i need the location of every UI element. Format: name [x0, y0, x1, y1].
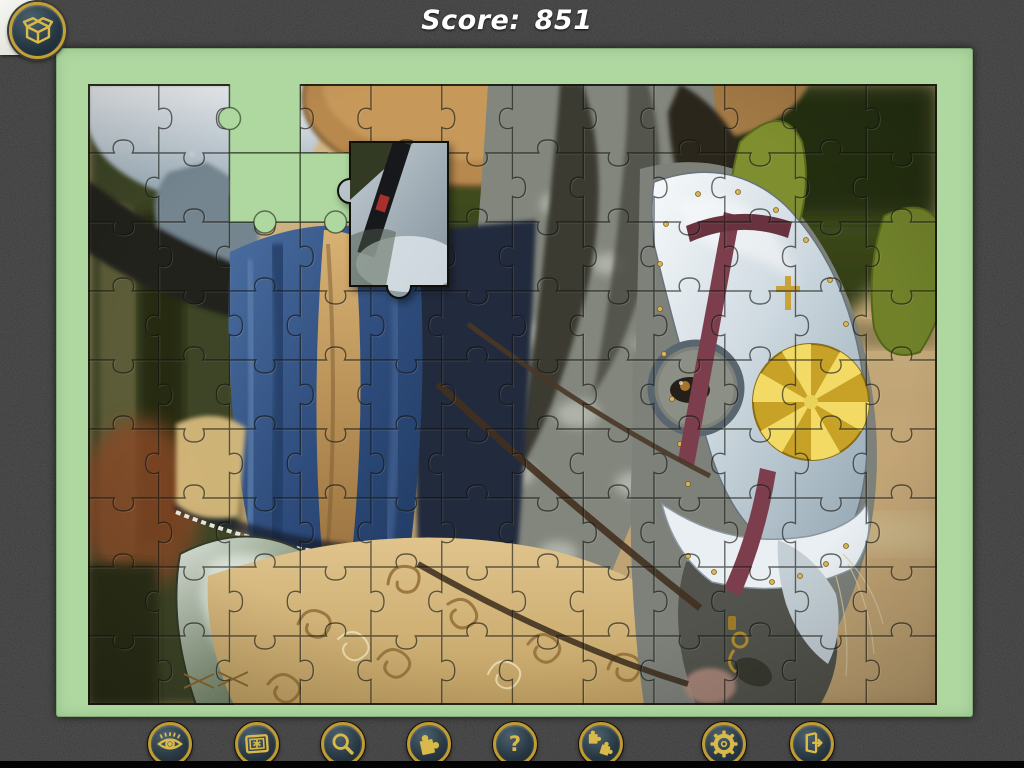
hint-button[interactable]: ?: [493, 722, 537, 766]
jigsaw-grid-overlay: [88, 84, 937, 705]
eye-icon: [156, 730, 184, 758]
gear-icon: [710, 730, 738, 758]
magnifier-icon: [329, 730, 357, 758]
picture-icon: [243, 730, 271, 758]
edge-pieces-button[interactable]: [407, 722, 451, 766]
piece-box-button[interactable]: [9, 2, 66, 59]
settings-button[interactable]: [702, 722, 746, 766]
svg-text:?: ?: [509, 732, 521, 756]
exit-door-icon: [798, 730, 826, 758]
score-value: 851: [535, 5, 593, 36]
puzzle-piece-icon: [415, 730, 443, 758]
preview-button[interactable]: [148, 722, 192, 766]
score-display: Score: 851: [421, 5, 592, 36]
exit-button[interactable]: [790, 722, 834, 766]
bottom-bar: [0, 761, 1024, 768]
score-label: Score:: [421, 5, 520, 36]
magnify-button[interactable]: [321, 722, 365, 766]
box-icon: [21, 14, 55, 48]
puzzle-stage[interactable]: [88, 84, 937, 705]
question-mark-icon: ?: [501, 730, 529, 758]
change-background-button[interactable]: [235, 722, 279, 766]
assemble-button[interactable]: [579, 722, 623, 766]
puzzle-pieces-icon: [587, 730, 615, 758]
loose-puzzle-piece[interactable]: [336, 136, 462, 300]
